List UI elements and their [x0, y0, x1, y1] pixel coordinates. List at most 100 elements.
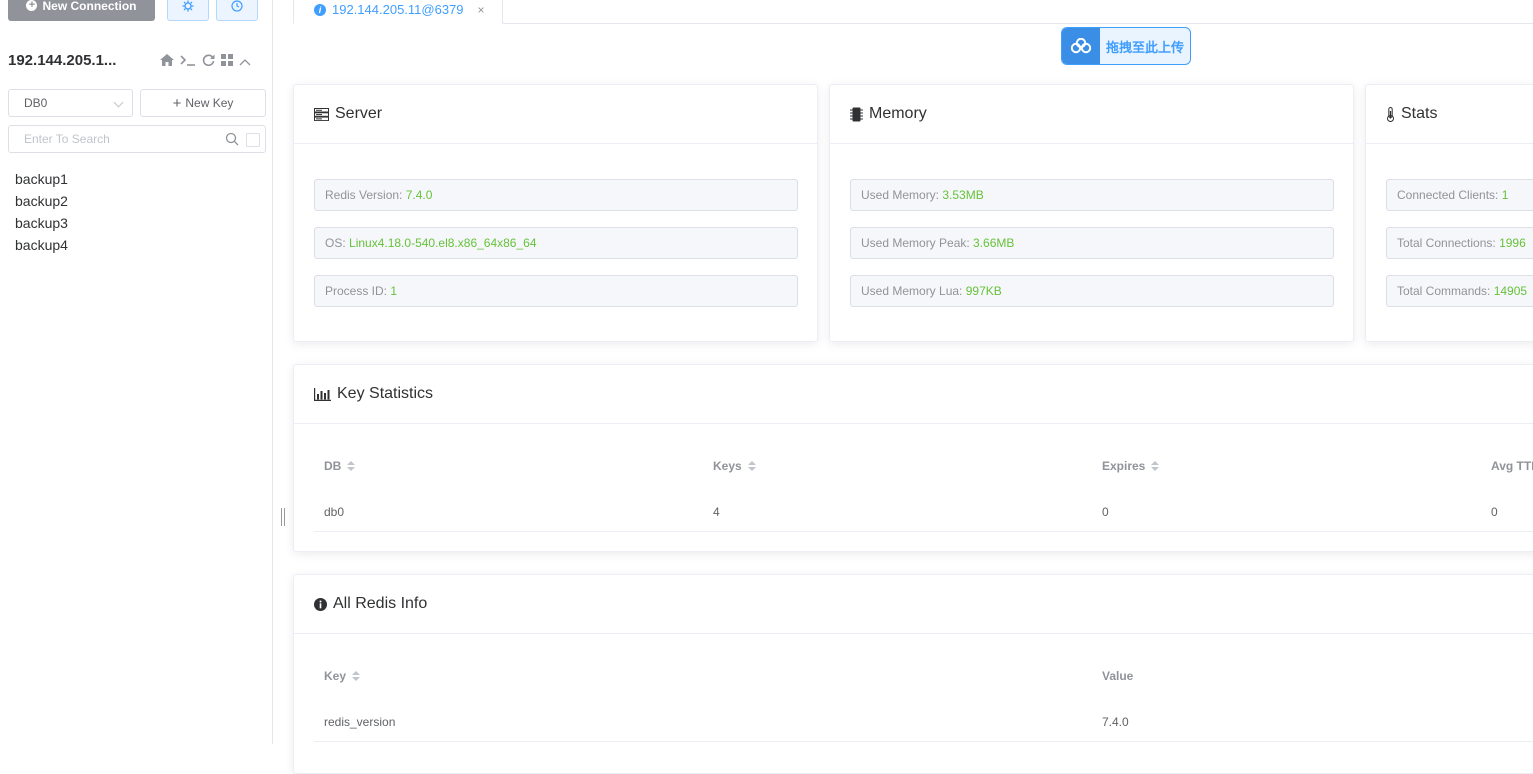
- tab-divider: [503, 23, 1533, 24]
- connection-name[interactable]: 192.144.205.1...: [8, 52, 116, 69]
- close-icon[interactable]: ×: [478, 3, 485, 17]
- total-connections-label: Total Connections:: [1397, 236, 1500, 250]
- table-cell-avg-ttl: 0: [1491, 505, 1498, 519]
- chevron-down-icon: [113, 97, 124, 108]
- upload-drop-zone[interactable]: 拖拽至此上传: [1061, 27, 1191, 65]
- server-card: Server Redis Version: 7.4.0 OS: Linux4.1…: [293, 84, 818, 342]
- redis-version-label: Redis Version:: [325, 188, 406, 202]
- process-id-value: 1: [390, 284, 398, 298]
- stats-title: Stats: [1401, 105, 1438, 122]
- gear-icon: [182, 0, 194, 11]
- new-connection-label: New Connection: [42, 0, 137, 13]
- exact-search-checkbox[interactable]: [246, 133, 260, 147]
- row-divider: [314, 531, 1533, 532]
- sort-icon[interactable]: [352, 671, 361, 681]
- process-id-field: Process ID: 1: [314, 275, 798, 307]
- server-icon: [314, 107, 329, 121]
- cloud-upload-icon: [1062, 28, 1100, 64]
- search-input[interactable]: Enter To Search: [8, 125, 266, 153]
- os-value: Linux4.18.0-540.el8.x86_64x86_64: [349, 236, 537, 250]
- refresh-icon[interactable]: [202, 53, 215, 70]
- redis-version-field: Redis Version: 7.4.0: [314, 179, 798, 211]
- column-header-db[interactable]: DB: [324, 459, 356, 473]
- column-header-value[interactable]: Value: [1102, 669, 1133, 683]
- server-card-header: Server: [294, 85, 817, 144]
- used-memory-peak-field: Used Memory Peak: 3.66MB: [850, 227, 1334, 259]
- tab-connection[interactable]: i 192.144.205.11@6379 ×: [293, 0, 503, 24]
- column-header-keys[interactable]: Keys: [713, 459, 756, 473]
- thermometer-icon: [1387, 106, 1394, 122]
- column-header-avg-ttl[interactable]: Avg TTL: [1491, 459, 1533, 473]
- key-item[interactable]: backup2: [15, 192, 68, 214]
- info-icon: i: [314, 3, 326, 16]
- key-statistics-title: Key Statistics: [337, 385, 434, 402]
- used-memory-label: Used Memory:: [861, 188, 943, 202]
- info-circle-icon: [314, 597, 327, 611]
- table-cell-value: 7.4.0: [1102, 715, 1129, 729]
- grid-icon[interactable]: [221, 53, 233, 70]
- new-key-button[interactable]: + New Key: [140, 89, 266, 117]
- table-cell-keys: 4: [713, 505, 720, 519]
- stats-card-header: Stats: [1366, 85, 1533, 144]
- key-list: backup1 backup2 backup3 backup4: [15, 170, 68, 258]
- total-commands-value: 14905: [1493, 284, 1528, 298]
- process-id-label: Process ID:: [325, 284, 391, 298]
- server-title: Server: [335, 105, 383, 122]
- os-label: OS:: [325, 236, 350, 250]
- chevron-up-icon[interactable]: [239, 54, 251, 70]
- db-select[interactable]: DB0: [8, 89, 133, 117]
- used-memory-peak-label: Used Memory Peak:: [861, 236, 974, 250]
- used-memory-peak-value: 3.66MB: [973, 236, 1015, 250]
- key-item[interactable]: backup3: [15, 214, 68, 236]
- total-commands-label: Total Commands:: [1397, 284, 1494, 298]
- os-field: OS: Linux4.18.0-540.el8.x86_64x86_64: [314, 227, 798, 259]
- sidebar: + New Connection 192.144.205.1... DB0 + …: [0, 0, 273, 744]
- new-connection-button[interactable]: + New Connection: [8, 0, 155, 21]
- search-icon[interactable]: [225, 132, 239, 146]
- sort-icon[interactable]: [747, 461, 756, 471]
- settings-button[interactable]: [167, 0, 209, 21]
- key-item[interactable]: backup1: [15, 170, 68, 192]
- used-memory-lua-label: Used Memory Lua:: [861, 284, 966, 298]
- key-statistics-header: Key Statistics: [294, 365, 1533, 424]
- clock-icon: [231, 0, 243, 12]
- home-icon[interactable]: [160, 53, 174, 70]
- column-header-db-label: DB: [324, 459, 342, 473]
- upload-label: 拖拽至此上传: [1106, 39, 1185, 55]
- terminal-icon[interactable]: [180, 54, 196, 70]
- tab-label: 192.144.205.11@6379: [332, 2, 464, 17]
- column-header-keys-label: Keys: [713, 459, 742, 473]
- memory-title: Memory: [869, 105, 927, 122]
- search-placeholder: Enter To Search: [24, 132, 110, 146]
- new-key-label: New Key: [185, 96, 234, 110]
- column-header-key[interactable]: Key: [324, 669, 361, 683]
- column-header-key-label: Key: [324, 669, 347, 683]
- table-cell-expires: 0: [1102, 505, 1109, 519]
- table-cell-key: redis_version: [324, 715, 396, 729]
- total-connections-value: 1996: [1499, 236, 1526, 250]
- all-redis-info-header: All Redis Info: [294, 575, 1533, 634]
- used-memory-lua-field: Used Memory Lua: 997KB: [850, 275, 1334, 307]
- connection-toolbar: [160, 53, 251, 70]
- column-header-avg-ttl-label: Avg TTL: [1491, 459, 1533, 473]
- sort-icon[interactable]: [1151, 461, 1160, 471]
- bar-chart-icon: [314, 387, 331, 401]
- stats-card: Stats Connected Clients: 1 Total Connect…: [1365, 84, 1533, 342]
- table-cell-db: db0: [324, 505, 345, 519]
- sidebar-resize-handle[interactable]: [281, 508, 285, 526]
- used-memory-value: 3.53MB: [942, 188, 984, 202]
- used-memory-lua-value: 997KB: [965, 284, 1002, 298]
- column-header-value-label: Value: [1102, 669, 1134, 683]
- column-header-expires[interactable]: Expires: [1102, 459, 1160, 473]
- connected-clients-value: 1: [1501, 188, 1509, 202]
- column-header-expires-label: Expires: [1102, 459, 1146, 473]
- redis-version-value: 7.4.0: [405, 188, 433, 202]
- memory-card: Memory Used Memory: 3.53MB Used Memory P…: [829, 84, 1354, 342]
- key-statistics-card: Key Statistics DB Keys Expires Avg TTL d…: [293, 364, 1533, 552]
- connected-clients-field: Connected Clients: 1: [1386, 179, 1533, 211]
- memory-chip-icon: [850, 107, 863, 121]
- history-button[interactable]: [216, 0, 258, 21]
- sort-icon[interactable]: [347, 461, 356, 471]
- key-item[interactable]: backup4: [15, 236, 68, 258]
- plus-circle-icon: +: [26, 0, 38, 11]
